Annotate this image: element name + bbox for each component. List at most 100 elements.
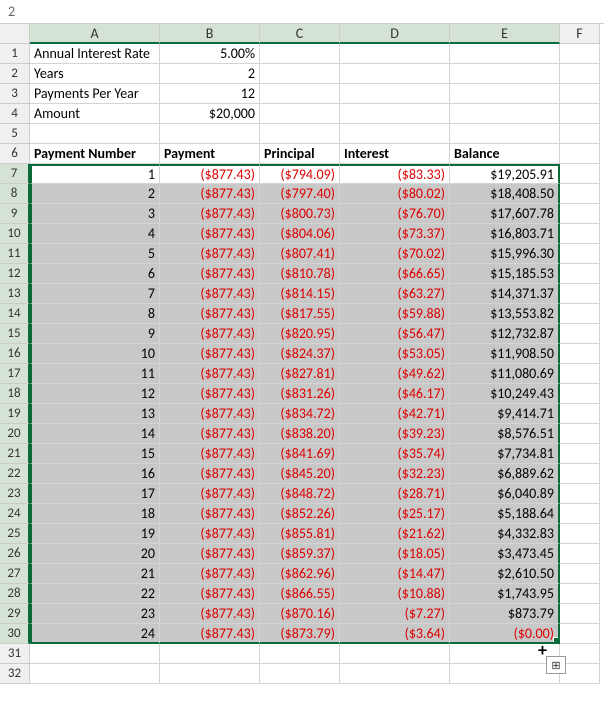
balance-cell[interactable]: $873.79 — [450, 604, 560, 624]
cell[interactable] — [560, 464, 600, 484]
cell[interactable] — [560, 184, 600, 204]
balance-cell[interactable]: $13,553.82 — [450, 304, 560, 324]
interest-cell[interactable]: ($18.05) — [340, 544, 450, 564]
row-header-2[interactable]: 2 — [0, 64, 30, 84]
payment-number-cell[interactable]: 1 — [30, 164, 160, 184]
row-header-20[interactable]: 20 — [0, 424, 30, 444]
balance-cell[interactable]: $11,908.50 — [450, 344, 560, 364]
payment-number-cell[interactable]: 4 — [30, 224, 160, 244]
payment-number-cell[interactable]: 21 — [30, 564, 160, 584]
interest-cell[interactable]: ($3.64) — [340, 624, 450, 644]
payment-cell[interactable]: ($877.43) — [160, 344, 260, 364]
row-header-6[interactable]: 6 — [0, 144, 30, 164]
cell[interactable] — [560, 204, 600, 224]
cell[interactable] — [560, 324, 600, 344]
payment-cell[interactable]: ($877.43) — [160, 324, 260, 344]
row-header-17[interactable]: 17 — [0, 364, 30, 384]
payment-cell[interactable]: ($877.43) — [160, 464, 260, 484]
column-header-C[interactable]: C — [260, 24, 340, 44]
cell[interactable] — [560, 564, 600, 584]
autofill-options-button[interactable]: ⊞ — [546, 656, 566, 674]
payment-cell[interactable]: ($877.43) — [160, 364, 260, 384]
label-cell[interactable]: Amount — [30, 104, 160, 124]
payment-cell[interactable]: ($877.43) — [160, 384, 260, 404]
row-header-25[interactable]: 25 — [0, 524, 30, 544]
row-header-13[interactable]: 13 — [0, 284, 30, 304]
row-header-24[interactable]: 24 — [0, 504, 30, 524]
cell[interactable] — [560, 664, 600, 684]
cell[interactable] — [560, 304, 600, 324]
payment-number-cell[interactable]: 14 — [30, 424, 160, 444]
payment-cell[interactable]: ($877.43) — [160, 444, 260, 464]
payment-cell[interactable]: ($877.43) — [160, 484, 260, 504]
row-header-5[interactable]: 5 — [0, 124, 30, 144]
row-header-10[interactable]: 10 — [0, 224, 30, 244]
table-header-payment_number[interactable]: Payment Number — [30, 144, 160, 164]
payment-cell[interactable]: ($877.43) — [160, 624, 260, 644]
cell[interactable] — [560, 164, 600, 184]
principal-cell[interactable]: ($794.09) — [260, 164, 340, 184]
payment-number-cell[interactable]: 5 — [30, 244, 160, 264]
payment-cell[interactable]: ($877.43) — [160, 264, 260, 284]
payment-number-cell[interactable]: 2 — [30, 184, 160, 204]
payment-number-cell[interactable]: 20 — [30, 544, 160, 564]
payment-cell[interactable]: ($877.43) — [160, 284, 260, 304]
table-header-payment[interactable]: Payment — [160, 144, 260, 164]
balance-cell[interactable]: $9,414.71 — [450, 404, 560, 424]
interest-cell[interactable]: ($7.27) — [340, 604, 450, 624]
row-header-26[interactable]: 26 — [0, 544, 30, 564]
row-header-15[interactable]: 15 — [0, 324, 30, 344]
payment-number-cell[interactable]: 22 — [30, 584, 160, 604]
row-header-31[interactable]: 31 — [0, 644, 30, 664]
balance-cell[interactable]: $19,205.91 — [450, 164, 560, 184]
interest-cell[interactable]: ($63.27) — [340, 284, 450, 304]
principal-cell[interactable]: ($859.37) — [260, 544, 340, 564]
cell[interactable] — [560, 444, 600, 464]
cell[interactable] — [560, 244, 600, 264]
payment-cell[interactable]: ($877.43) — [160, 164, 260, 184]
interest-cell[interactable]: ($28.71) — [340, 484, 450, 504]
label-cell[interactable]: Payments Per Year — [30, 84, 160, 104]
cell[interactable] — [160, 664, 260, 684]
row-header-12[interactable]: 12 — [0, 264, 30, 284]
interest-cell[interactable]: ($80.02) — [340, 184, 450, 204]
row-header-9[interactable]: 9 — [0, 204, 30, 224]
cell[interactable] — [560, 404, 600, 424]
label-cell[interactable]: Annual Interest Rate — [30, 44, 160, 64]
row-header-1[interactable]: 1 — [0, 44, 30, 64]
value-cell[interactable]: 2 — [160, 64, 260, 84]
cell[interactable] — [560, 364, 600, 384]
row-header-18[interactable]: 18 — [0, 384, 30, 404]
payment-cell[interactable]: ($877.43) — [160, 204, 260, 224]
row-header-22[interactable]: 22 — [0, 464, 30, 484]
cell[interactable] — [560, 84, 600, 104]
balance-cell[interactable]: $16,803.71 — [450, 224, 560, 244]
principal-cell[interactable]: ($873.79) — [260, 624, 340, 644]
payment-cell[interactable]: ($877.43) — [160, 224, 260, 244]
balance-cell[interactable]: $6,889.62 — [450, 464, 560, 484]
row-header-16[interactable]: 16 — [0, 344, 30, 364]
cell[interactable] — [260, 64, 340, 84]
balance-cell[interactable]: $10,249.43 — [450, 384, 560, 404]
cell[interactable] — [560, 624, 600, 644]
payment-cell[interactable]: ($877.43) — [160, 184, 260, 204]
principal-cell[interactable]: ($855.81) — [260, 524, 340, 544]
cell[interactable] — [340, 664, 450, 684]
cell[interactable] — [560, 644, 600, 664]
interest-cell[interactable]: ($32.23) — [340, 464, 450, 484]
row-header-32[interactable]: 32 — [0, 664, 30, 684]
cell[interactable] — [30, 644, 160, 664]
balance-cell[interactable]: $12,732.87 — [450, 324, 560, 344]
payment-number-cell[interactable]: 16 — [30, 464, 160, 484]
cell[interactable] — [560, 604, 600, 624]
principal-cell[interactable]: ($807.41) — [260, 244, 340, 264]
cell[interactable] — [260, 124, 340, 144]
principal-cell[interactable]: ($870.16) — [260, 604, 340, 624]
cell[interactable] — [450, 664, 560, 684]
cell[interactable] — [260, 644, 340, 664]
cell[interactable] — [560, 584, 600, 604]
payment-number-cell[interactable]: 11 — [30, 364, 160, 384]
cell[interactable] — [30, 664, 160, 684]
payment-number-cell[interactable]: 12 — [30, 384, 160, 404]
payment-number-cell[interactable]: 3 — [30, 204, 160, 224]
